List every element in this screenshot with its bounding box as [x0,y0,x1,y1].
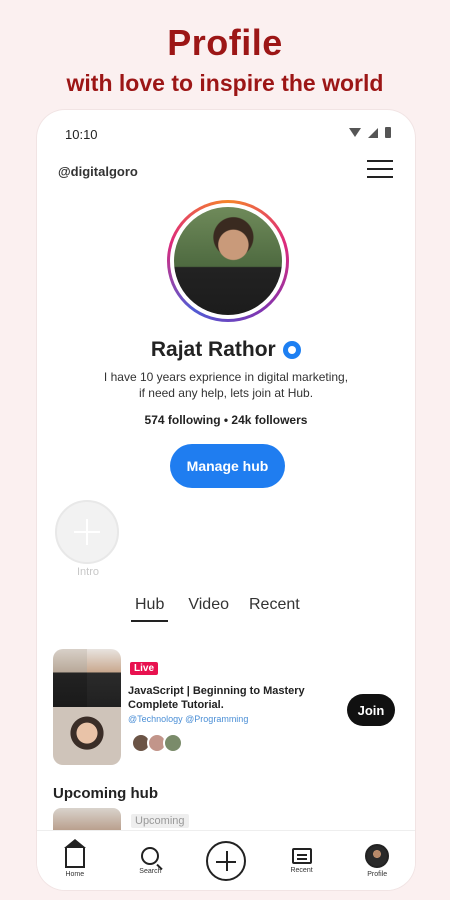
battery-icon [385,127,391,138]
search-icon [141,846,160,865]
add-icon [205,840,246,881]
hub-tags[interactable]: @Technology @Programming [128,714,248,724]
follow-stats[interactable]: 574 following • 24k followers [37,413,415,427]
home-icon [63,838,86,868]
nav-recent[interactable]: Recent [277,847,327,874]
avatar-photo [174,207,282,315]
phone-screen: 10:10 @digitalgoro Rajat Rathor I have 1… [37,110,415,890]
intro-add-button[interactable] [55,500,119,564]
profile-name: Rajat Rathor [150,338,276,361]
live-hub-card[interactable]: Live JavaScript | Beginning to Mastery C… [53,649,399,765]
profile-bio: I have 10 years exprience in digital mar… [67,369,385,401]
promo-subtitle: with love to inspire the world [66,70,384,96]
recent-icon [291,847,312,864]
nav-add[interactable] [201,840,251,881]
tab-hub[interactable]: Hub [131,596,169,622]
join-button[interactable]: Join [347,694,395,726]
intro-story[interactable]: Intro [55,500,121,578]
bottom-nav: Home Search Recent Profile [37,830,415,890]
content-tabs: Hub Video Recent [131,596,300,622]
profile-name-row: Rajat Rathor [37,338,415,362]
status-icons [349,127,391,138]
tab-video[interactable]: Video [188,596,229,622]
hub-thumbnail [53,649,121,765]
wifi-icon [349,128,361,137]
hub-title: JavaScript | Beginning to Mastery Comple… [128,685,305,711]
promo-title: Profile [167,22,283,63]
verified-icon [283,341,302,359]
status-bar: 10:10 [37,124,415,144]
signal-icon [368,127,378,138]
avatar [163,733,183,753]
participant-avatars [131,733,183,753]
upcoming-badge: Upcoming [131,814,189,828]
profile-avatar[interactable] [167,200,289,322]
profile-icon [365,843,390,868]
top-bar: @digitalgoro [37,158,415,184]
upcoming-hub-heading: Upcoming hub [53,785,158,802]
plus-icon [74,519,100,545]
nav-search[interactable]: Search [125,846,175,875]
nav-profile[interactable]: Profile [352,843,402,878]
intro-label: Intro [76,566,99,578]
bio-line-1: I have 10 years exprience in digital mar… [103,370,349,384]
manage-hub-button[interactable]: Manage hub [170,444,285,488]
live-badge: Live [130,662,159,675]
bio-line-2: if need any help, lets join at Hub. [138,386,314,400]
tab-recent[interactable]: Recent [249,596,300,622]
username-handle: @digitalgoro [58,164,138,179]
nav-home[interactable]: Home [50,838,100,878]
status-time: 10:10 [65,127,98,142]
menu-icon[interactable] [367,160,393,180]
